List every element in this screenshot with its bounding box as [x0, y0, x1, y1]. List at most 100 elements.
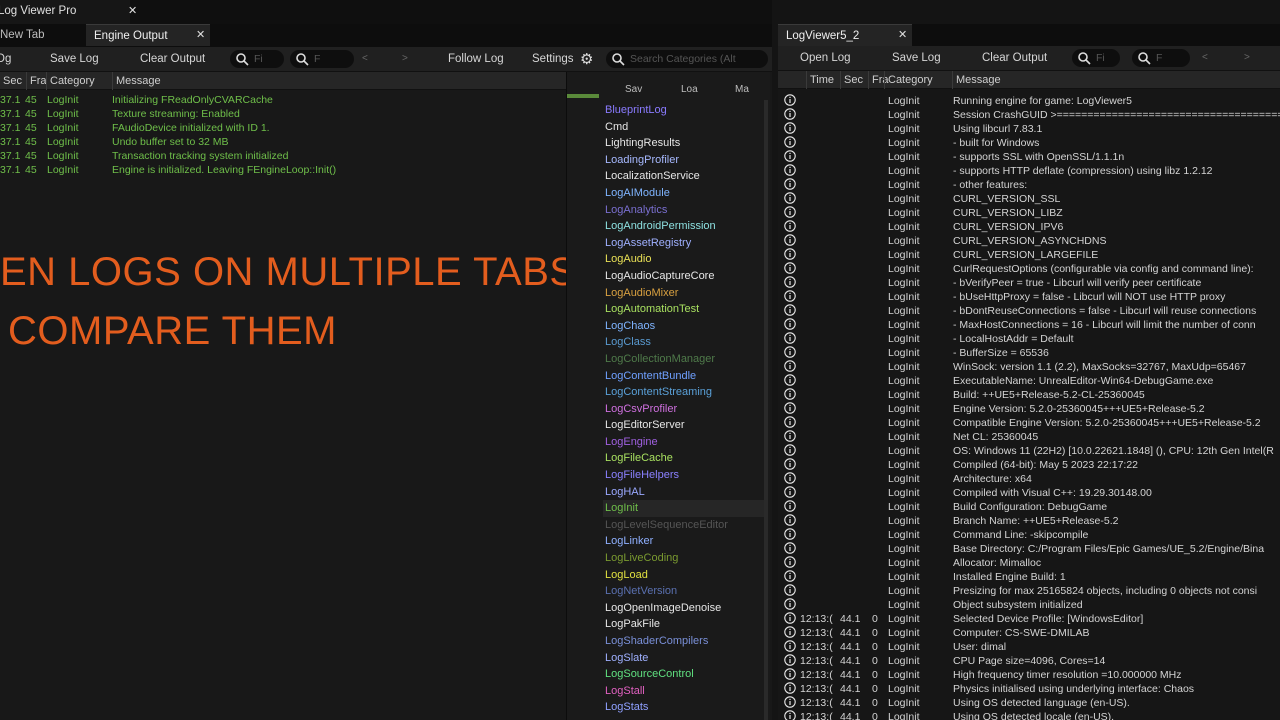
category-item[interactable]: LogShaderCompilers — [603, 633, 765, 650]
table-row[interactable]: LogInit Net CL: 25360045 — [778, 430, 1280, 444]
prev-arrow-icon[interactable]: < — [362, 47, 368, 71]
category-item[interactable]: LogLevelSequenceEditor — [603, 517, 765, 534]
table-row[interactable]: LogInit - supports HTTP deflate (compres… — [778, 164, 1280, 178]
category-item[interactable]: LogOpenImageDenoise — [603, 600, 765, 617]
table-row[interactable]: LogInit OS: Windows 11 (22H2) [10.0.22621… — [778, 444, 1280, 458]
table-row[interactable]: LogInit Architecture: x64 — [778, 472, 1280, 486]
table-row[interactable]: LogInit Installed Engine Build: 1 — [778, 570, 1280, 584]
close-icon[interactable]: ✕ — [128, 0, 137, 22]
next-arrow-icon[interactable]: > — [1244, 46, 1250, 70]
follow-log-button[interactable]: Follow Log — [448, 47, 504, 71]
table-row[interactable]: LogInit Build: ++UE5+Release-5.2-CL-25360… — [778, 388, 1280, 402]
category-item[interactable]: LogChaos — [603, 318, 765, 335]
save-log-button[interactable]: Save Log — [892, 46, 941, 70]
table-row[interactable]: LogInit CURL_VERSION_LARGEFILE — [778, 248, 1280, 262]
category-item[interactable]: LogSourceControl — [603, 666, 765, 683]
col-category[interactable]: Category — [46, 72, 110, 90]
category-item[interactable]: LogLiveCoding — [603, 550, 765, 567]
gear-icon[interactable]: ⚙ — [580, 50, 593, 68]
table-row[interactable]: 37.1 45 LogInit Initializing FReadOnlyCVARC… — [0, 93, 566, 107]
category-item[interactable]: LogFileCache — [603, 450, 765, 467]
table-row[interactable]: 37.1 45 LogInit Transaction tracking system… — [0, 149, 566, 163]
table-row[interactable]: LogInit Compiled with Visual C++: 19.29.3… — [778, 486, 1280, 500]
category-item[interactable]: LogStall — [603, 683, 765, 700]
table-row[interactable]: 37.1 45 LogInit Undo buffer set to 32 MB — [0, 135, 566, 149]
table-row[interactable]: LogInit - built for Windows — [778, 136, 1280, 150]
category-item[interactable]: LogPakFile — [603, 616, 765, 633]
table-row[interactable]: LogInit Compiled (64-bit): May 5 2023 22:… — [778, 458, 1280, 472]
category-item[interactable]: LogClass — [603, 334, 765, 351]
table-row[interactable]: 12:13:(44.1 0 LogInit Selected Device Profi… — [778, 612, 1280, 626]
table-row[interactable]: LogInit Command Line: -skipcompile — [778, 528, 1280, 542]
category-item[interactable]: LogAIModule — [603, 185, 765, 202]
category-item[interactable]: LogNetVersion — [603, 583, 765, 600]
manage-categories-button[interactable]: Ma — [735, 82, 749, 98]
table-row[interactable]: 12:13:(44.1 0 LogInit High frequency timer … — [778, 668, 1280, 682]
table-row[interactable]: 12:13:(44.1 0 LogInit Computer: CS-SWE-DMIL… — [778, 626, 1280, 640]
table-row[interactable]: LogInit Object subsystem initialized — [778, 598, 1280, 612]
category-item[interactable]: LogContentBundle — [603, 368, 765, 385]
category-item[interactable]: LogCollectionManager — [603, 351, 765, 368]
category-item[interactable]: LogAutomationTest — [603, 301, 765, 318]
category-item[interactable]: LogEngine — [603, 434, 765, 451]
open-log-button[interactable]: Og — [0, 47, 11, 71]
category-item[interactable]: LoadingProfiler — [603, 152, 765, 169]
table-row[interactable]: 37.1 45 LogInit Texture streaming: Enabled — [0, 107, 566, 121]
col-fra[interactable]: Fra — [868, 71, 889, 89]
col-message[interactable]: Message — [952, 71, 1280, 89]
table-row[interactable]: LogInit CurlRequestOptions (configurable… — [778, 262, 1280, 276]
category-item[interactable]: Cmd — [603, 119, 765, 136]
close-icon[interactable]: ✕ — [898, 24, 907, 46]
clear-output-button[interactable]: Clear Output — [982, 46, 1047, 70]
table-row[interactable]: LogInit Session CrashGUID >==============… — [778, 108, 1280, 122]
category-item[interactable]: LogSlate — [603, 650, 765, 667]
table-row[interactable]: 37.1 45 LogInit FAudioDevice initialized wi… — [0, 121, 566, 135]
category-item[interactable]: LogHAL — [603, 484, 765, 501]
table-row[interactable]: LogInit Engine Version: 5.2.0-25360045+++… — [778, 402, 1280, 416]
settings-button[interactable]: Settings — [532, 47, 574, 71]
col-sec[interactable]: Sec — [0, 72, 26, 90]
clear-output-button[interactable]: Clear Output — [140, 47, 205, 71]
category-item[interactable]: LogLinker — [603, 533, 765, 550]
table-row[interactable]: LogInit - BufferSize = 65536 — [778, 346, 1280, 360]
table-row[interactable]: 37.1 45 LogInit Engine is initialized. Leav… — [0, 163, 566, 177]
category-item[interactable]: LogInit — [603, 500, 765, 517]
tab-engine-output[interactable]: Engine Output — [86, 24, 210, 46]
table-row[interactable]: LogInit - MaxHostConnections = 16 - Libc… — [778, 318, 1280, 332]
open-log-button[interactable]: Open Log — [800, 46, 851, 70]
prev-arrow-icon[interactable]: < — [1202, 46, 1208, 70]
category-item[interactable]: LocalizationService — [603, 168, 765, 185]
category-filter-input[interactable]: F — [1132, 49, 1190, 67]
save-log-button[interactable]: Save Log — [50, 47, 99, 71]
category-item[interactable]: LogAssetRegistry — [603, 235, 765, 252]
col-sec[interactable]: Sec — [840, 71, 868, 89]
category-item[interactable]: LogCsvProfiler — [603, 401, 765, 418]
category-item[interactable]: LogAndroidPermission — [603, 218, 765, 235]
table-row[interactable]: LogInit WinSock: version 1.1 (2.2), MaxSo… — [778, 360, 1280, 374]
category-item[interactable]: LightingResults — [603, 135, 765, 152]
table-row[interactable]: 12:13:(44.1 0 LogInit Physics initialised u… — [778, 682, 1280, 696]
category-item[interactable]: LogAudio — [603, 251, 765, 268]
close-icon[interactable]: ✕ — [196, 24, 205, 46]
table-row[interactable]: LogInit - supports SSL with OpenSSL/1.1.… — [778, 150, 1280, 164]
table-row[interactable]: LogInit CURL_VERSION_SSL — [778, 192, 1280, 206]
category-item[interactable]: LogFileHelpers — [603, 467, 765, 484]
app-title-tab[interactable]: Log Viewer Pro — [0, 0, 130, 24]
table-row[interactable]: LogInit Compatible Engine Version: 5.2.0-… — [778, 416, 1280, 430]
category-item[interactable]: LogContentStreaming — [603, 384, 765, 401]
tab-logviewer5-2[interactable]: LogViewer5_2 — [778, 24, 912, 46]
tab-new-tab[interactable]: New Tab — [0, 24, 76, 46]
col-category[interactable]: Category — [884, 71, 950, 89]
load-categories-button[interactable]: Loa — [681, 82, 698, 98]
table-row[interactable]: LogInit Branch Name: ++UE5+Release-5.2 — [778, 514, 1280, 528]
category-item[interactable]: LogEditorServer — [603, 417, 765, 434]
category-item[interactable]: BlueprintLog — [603, 102, 765, 119]
table-row[interactable]: LogInit - bUseHttpProxy = false - Libcur… — [778, 290, 1280, 304]
table-row[interactable]: LogInit Allocator: Mimalloc — [778, 556, 1280, 570]
category-item[interactable]: LogAnalytics — [603, 202, 765, 219]
table-row[interactable]: LogInit Presizing for max 25165824 object… — [778, 584, 1280, 598]
table-row[interactable]: LogInit CURL_VERSION_IPV6 — [778, 220, 1280, 234]
filter-search-input[interactable]: Fi — [230, 50, 284, 68]
category-item[interactable]: LogAudioCaptureCore — [603, 268, 765, 285]
category-scrollbar[interactable] — [764, 100, 768, 720]
